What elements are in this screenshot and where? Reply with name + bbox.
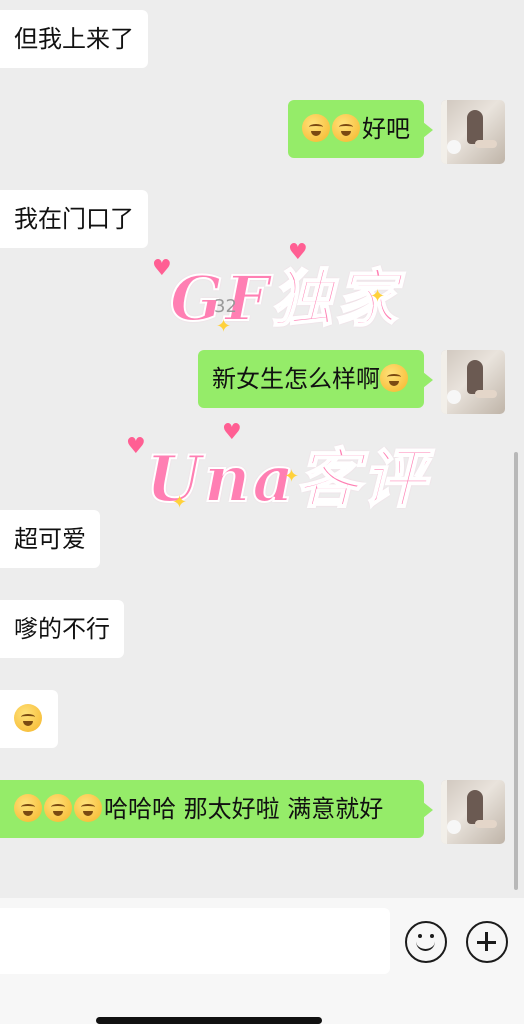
smile-face-icon[interactable] xyxy=(405,921,447,963)
thinking-emoji-icon xyxy=(380,364,408,392)
thinking-emoji-icon xyxy=(14,794,42,822)
sparkle-icon: ✦ xyxy=(284,466,300,487)
scrollbar[interactable] xyxy=(514,452,518,890)
message-received[interactable]: 我在门口了 xyxy=(0,190,148,248)
avatar[interactable] xyxy=(441,100,505,164)
message-received[interactable]: 但我上来了 xyxy=(0,10,148,68)
laughing-emoji-icon xyxy=(332,114,360,142)
avatar[interactable] xyxy=(441,350,505,414)
sparkle-icon: ✦ xyxy=(172,492,188,513)
message-text: 嗲的不行 xyxy=(14,615,110,643)
message-text: 超可爱 xyxy=(14,525,86,553)
heart-icon: ♥ xyxy=(152,256,172,281)
plus-circle-icon[interactable] xyxy=(466,921,508,963)
thinking-emoji-icon xyxy=(74,794,102,822)
message-text: 我在门口了 xyxy=(14,205,134,233)
message-sent[interactable]: 好吧 xyxy=(288,100,433,158)
message-sent[interactable]: 哈哈哈 那太好啦 满意就好 xyxy=(0,780,433,838)
stray-number: 32 xyxy=(214,296,237,317)
home-indicator xyxy=(96,1017,322,1024)
message-text: 但我上来了 xyxy=(14,25,134,53)
message-text: 好吧 xyxy=(362,115,410,143)
message-sent[interactable]: 新女生怎么样啊 xyxy=(198,350,433,408)
sparkle-icon: ✦ xyxy=(216,316,232,337)
message-received[interactable] xyxy=(0,690,58,748)
input-bar xyxy=(0,898,524,1024)
thinking-emoji-icon xyxy=(44,794,72,822)
heart-icon: ♥ xyxy=(126,434,146,459)
message-text: 新女生怎么样啊 xyxy=(212,365,380,393)
pleading-emoji-icon xyxy=(14,704,42,732)
message-input[interactable] xyxy=(0,908,390,974)
message-text: 哈哈哈 那太好啦 满意就好 xyxy=(104,795,384,823)
laughing-emoji-icon xyxy=(302,114,330,142)
message-received[interactable]: 超可爱 xyxy=(0,510,100,568)
avatar[interactable] xyxy=(441,780,505,844)
chat-area[interactable]: 但我上来了 好吧 我在门口了 新女生怎么样啊 超可爱 嗲的不行 哈哈哈 那太好啦… xyxy=(0,0,524,898)
message-received[interactable]: 嗲的不行 xyxy=(0,600,124,658)
sparkle-icon: ✦ xyxy=(370,286,386,307)
watermark-line1: GF独家 xyxy=(169,261,399,336)
